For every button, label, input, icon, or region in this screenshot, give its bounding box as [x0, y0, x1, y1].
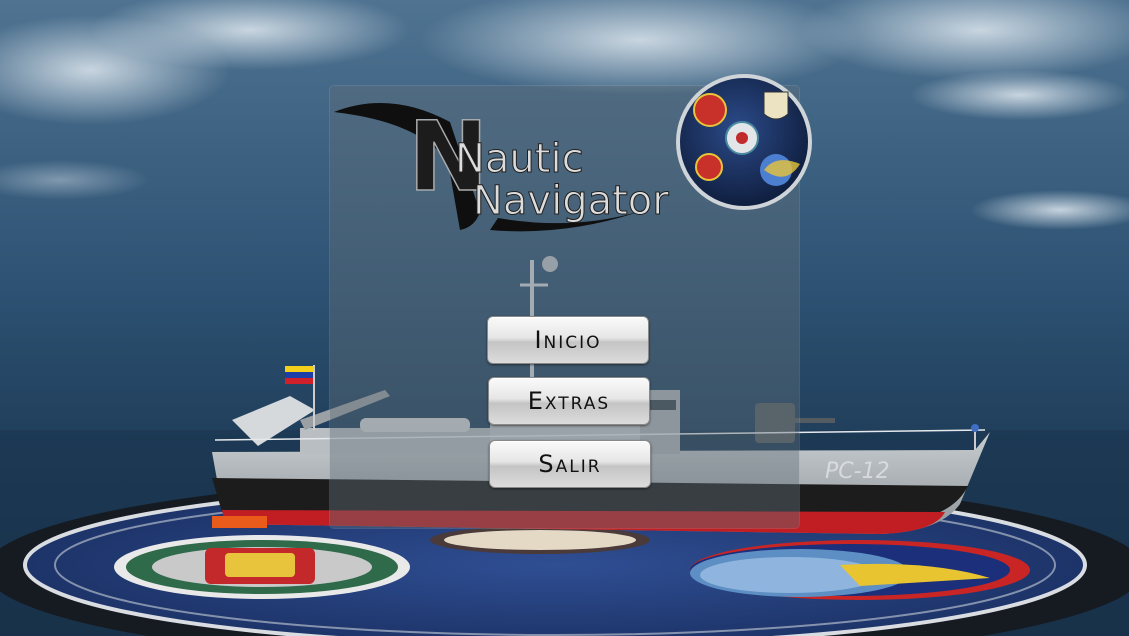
logo-title-line1: Nautic — [455, 136, 584, 182]
extras-button[interactable]: Extras — [488, 377, 650, 425]
start-button-label: Inicio — [534, 326, 602, 354]
exit-button-label: Salir — [538, 450, 602, 478]
svg-text:PC-12: PC-12 — [825, 459, 890, 484]
emblems-medallion — [676, 74, 812, 210]
game-logo: N Nautic Navigator — [334, 100, 670, 232]
logo-title-line2: Navigator — [473, 178, 669, 224]
exit-button[interactable]: Salir — [489, 440, 651, 488]
extras-button-label: Extras — [527, 387, 611, 415]
start-button[interactable]: Inicio — [487, 316, 649, 364]
